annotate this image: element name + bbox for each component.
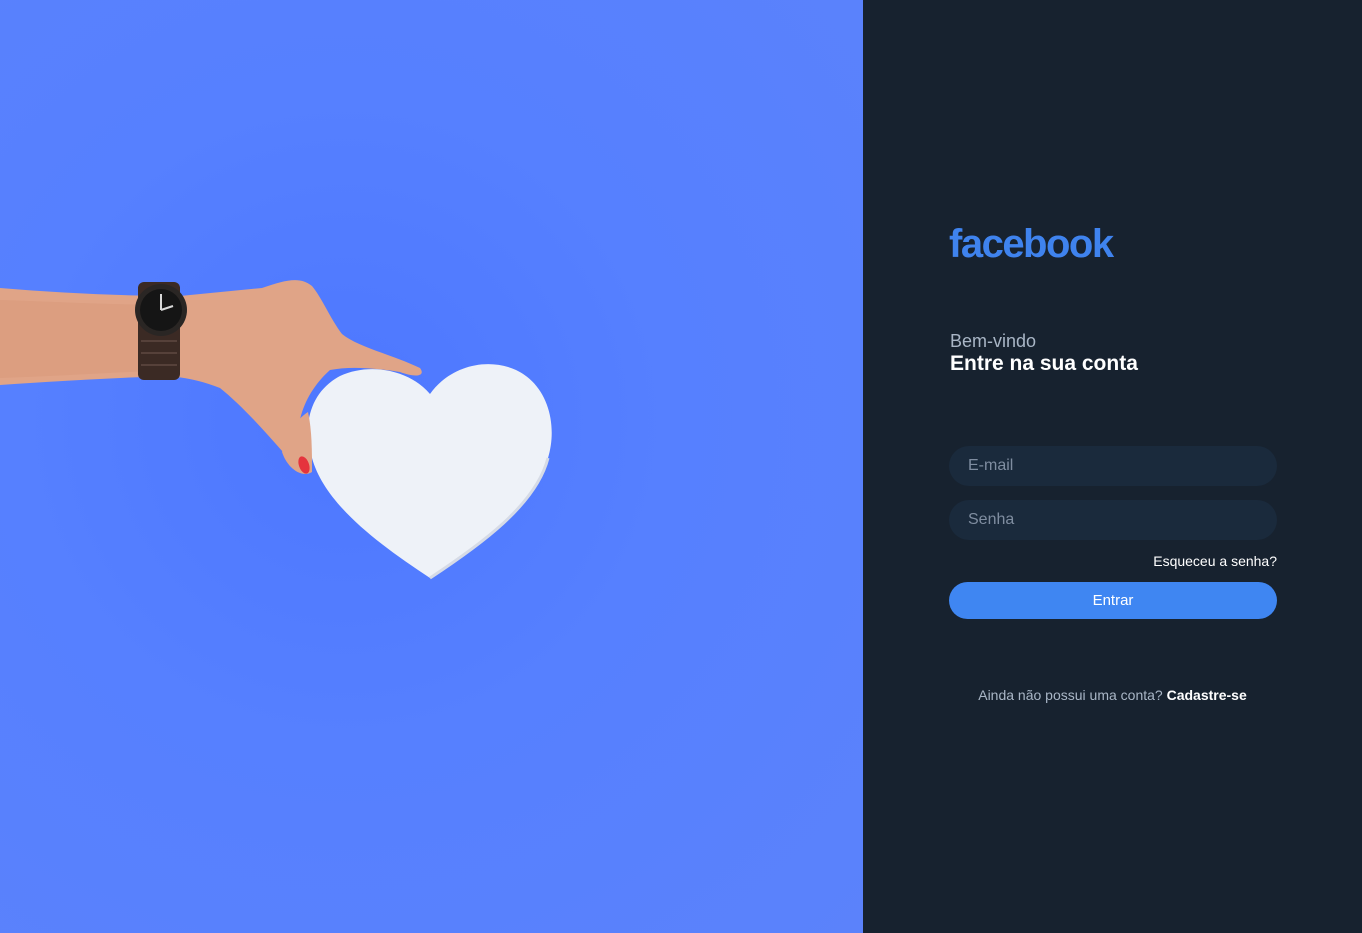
login-button[interactable]: Entrar: [949, 582, 1277, 619]
hand-heart-illustration: [0, 280, 552, 580]
login-title: Entre na sua conta: [950, 352, 1138, 375]
signup-link[interactable]: Cadastre-se: [1167, 687, 1247, 703]
forgot-password-link[interactable]: Esqueceu a senha?: [1153, 553, 1277, 569]
signup-prompt-text: Ainda não possui uma conta?: [978, 687, 1167, 703]
facebook-logo: facebook: [949, 222, 1114, 266]
signup-prompt: Ainda não possui uma conta? Cadastre-se: [863, 687, 1362, 703]
hero-image: [0, 0, 863, 933]
password-field[interactable]: [949, 500, 1277, 540]
login-panel: facebook Bem-vindo Entre na sua conta Es…: [863, 0, 1362, 933]
email-field[interactable]: [949, 446, 1277, 486]
welcome-text: Bem-vindo: [950, 331, 1037, 351]
